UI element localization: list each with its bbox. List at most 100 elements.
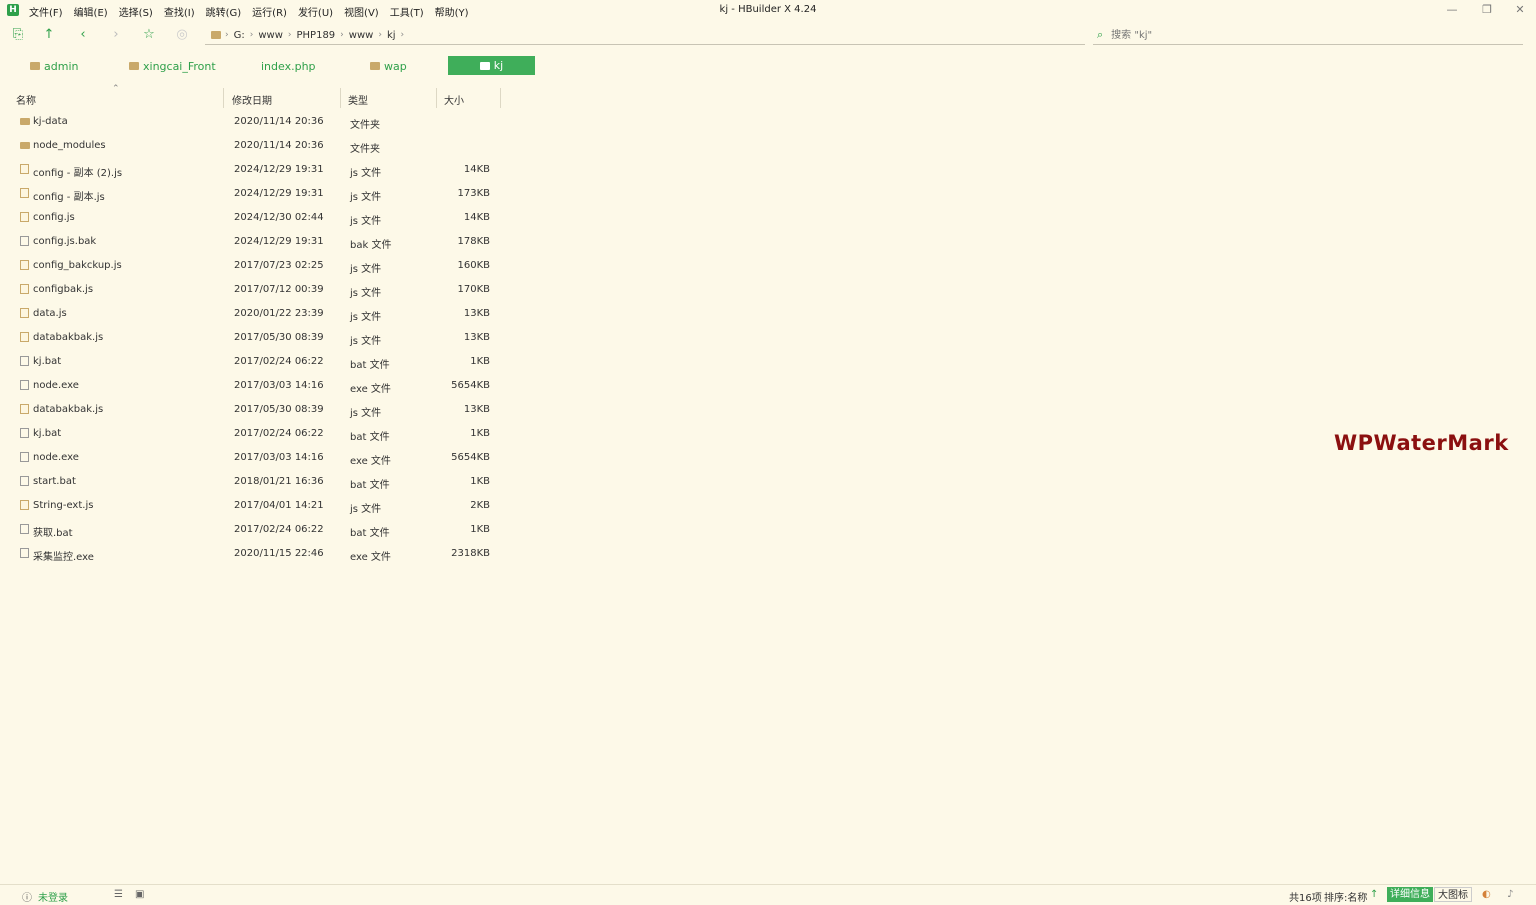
file-row[interactable]: start.bat 2018/01/21 16:36 bat 文件 1KB [15, 470, 505, 494]
search-input[interactable] [1109, 28, 1494, 42]
file-row[interactable]: node.exe 2017/03/03 14:16 exe 文件 5654KB [15, 446, 505, 470]
file-type: exe 文件 [350, 384, 391, 395]
file-date: 2024/12/30 02:44 [234, 212, 324, 223]
file-row[interactable]: String-ext.js 2017/04/01 14:21 js 文件 2KB [15, 494, 505, 518]
breadcrumb-kj[interactable]: kj [387, 30, 396, 41]
watermark-text: WPWaterMark [1334, 431, 1509, 455]
close-button[interactable]: ✕ [1512, 3, 1528, 17]
file-icon [20, 356, 29, 366]
file-row[interactable]: config.js.bak 2024/12/29 19:31 bak 文件 178KB [15, 230, 505, 254]
file-size: 1KB [470, 356, 490, 367]
file-row[interactable]: config_bakckup.js 2017/07/23 02:25 js 文件 16… [15, 254, 505, 278]
column-header-name[interactable]: 名称 [16, 92, 36, 107]
restore-button[interactable]: ❐ [1479, 3, 1495, 17]
file-row[interactable]: node.exe 2017/03/03 14:16 exe 文件 5654KB [15, 374, 505, 398]
file-size: 13KB [463, 308, 490, 319]
file-row[interactable]: config - 副本.js 2024/12/29 19:31 js 文件 173KB [15, 182, 505, 206]
large-icon-view-button[interactable]: 大图标 [1434, 887, 1472, 902]
column-header-date[interactable]: 修改日期 [232, 92, 272, 107]
file-row[interactable]: config.js 2024/12/30 02:44 js 文件 14KB [15, 206, 505, 230]
back-icon[interactable]: ‹ [75, 27, 91, 43]
up-arrow-icon[interactable]: ↑ [41, 27, 57, 43]
quick-folder-xingcai-front[interactable]: xingcai_Front [129, 57, 216, 75]
file-type: js 文件 [350, 312, 382, 323]
file-date: 2018/01/21 16:36 [234, 476, 324, 487]
terminal-icon[interactable]: ▣ [135, 889, 144, 900]
breadcrumb-php189[interactable]: PHP189 [297, 30, 336, 41]
folder-icon [20, 118, 30, 125]
file-row[interactable]: kj.bat 2017/02/24 06:22 bat 文件 1KB [15, 422, 505, 446]
new-window-icon[interactable]: ⎘ [10, 27, 26, 43]
file-row[interactable]: 获取.bat 2017/02/24 06:22 bat 文件 1KB [15, 518, 505, 542]
file-size: 170KB [457, 284, 490, 295]
detail-view-button[interactable]: 详细信息 [1387, 887, 1433, 902]
file-row[interactable]: databakbak.js 2017/05/30 08:39 js 文件 13KB [15, 398, 505, 422]
file-row[interactable]: data.js 2020/01/22 23:39 js 文件 13KB [15, 302, 505, 326]
quick-folder-kj[interactable]: kj [448, 56, 535, 75]
address-bar[interactable]: › G: › www › PHP189 › www › kj › [205, 26, 1085, 45]
circle-play-icon[interactable]: ◎ [174, 27, 190, 43]
file-size: 13KB [463, 332, 490, 343]
file-type: bat 文件 [350, 360, 390, 371]
file-name: config - 副本 (2).js [33, 168, 123, 179]
update-icon[interactable]: ◐ [1482, 889, 1491, 900]
quick-folder-wap[interactable]: wap [370, 57, 407, 75]
column-divider[interactable] [340, 88, 341, 108]
file-name: String-ext.js [33, 500, 94, 511]
column-divider[interactable] [500, 88, 501, 108]
file-name: node.exe [33, 452, 79, 463]
js-file-icon [20, 404, 29, 414]
file-size: 14KB [463, 164, 490, 175]
file-size: 1KB [470, 524, 490, 535]
file-row[interactable]: 采集监控.exe 2020/11/15 22:46 exe 文件 2318KB [15, 542, 505, 566]
file-row[interactable]: kj.bat 2017/02/24 06:22 bat 文件 1KB [15, 350, 505, 374]
sort-ascending-icon: ⌃ [112, 84, 120, 94]
breadcrumb-www-2[interactable]: www [349, 30, 374, 41]
file-size: 13KB [463, 404, 490, 415]
quick-folder-admin[interactable]: admin [30, 57, 78, 75]
folder-icon [129, 62, 139, 70]
minimize-button[interactable]: — [1444, 3, 1460, 17]
file-row[interactable]: configbak.js 2017/07/12 00:39 js 文件 170KB [15, 278, 505, 302]
file-icon [20, 452, 29, 462]
forward-icon[interactable]: › [108, 27, 124, 43]
bell-icon[interactable]: ♪ [1507, 889, 1513, 900]
file-size: 160KB [457, 260, 490, 271]
column-header-type[interactable]: 类型 [348, 92, 368, 107]
breadcrumb-drive[interactable]: G: [234, 30, 245, 41]
column-divider[interactable] [223, 88, 224, 108]
column-header-size[interactable]: 大小 [444, 92, 464, 107]
breadcrumb-www[interactable]: www [258, 30, 283, 41]
file-size: 2KB [470, 500, 490, 511]
file-type: js 文件 [350, 336, 382, 347]
favorite-star-icon[interactable]: ☆ [141, 27, 157, 43]
window-title: kj - HBuilder X 4.24 [719, 4, 817, 15]
quick-folder-label: index.php [261, 59, 316, 73]
file-date: 2017/07/23 02:25 [234, 260, 324, 271]
file-row[interactable]: kj-data 2020/11/14 20:36 文件夹 [15, 110, 505, 134]
file-name: node.exe [33, 380, 79, 391]
sort-label[interactable]: 排序:名称 [1324, 889, 1367, 904]
search-box[interactable]: ⌕ [1093, 26, 1523, 45]
file-row[interactable]: config - 副本 (2).js 2024/12/29 19:31 js 文件 1… [15, 158, 505, 182]
column-divider[interactable] [436, 88, 437, 108]
js-file-icon [20, 308, 29, 318]
file-name: config - 副本.js [33, 192, 105, 203]
quick-folder-label: kj [493, 59, 504, 72]
file-row[interactable]: databakbak.js 2017/05/30 08:39 js 文件 13KB [15, 326, 505, 350]
sort-arrow-icon[interactable]: ↑ [1370, 889, 1378, 900]
file-name: config_bakckup.js [33, 260, 122, 271]
list-icon[interactable]: ☰ [114, 889, 123, 900]
file-type: bat 文件 [350, 480, 390, 491]
file-row[interactable]: node_modules 2020/11/14 20:36 文件夹 [15, 134, 505, 158]
file-type: js 文件 [350, 408, 382, 419]
file-icon [20, 524, 29, 534]
file-date: 2017/07/12 00:39 [234, 284, 324, 295]
user-icon[interactable]: ⓘ [22, 889, 32, 904]
login-status[interactable]: 未登录 [38, 889, 68, 904]
js-file-icon [20, 164, 29, 174]
file-name: kj.bat [33, 428, 62, 439]
quick-file-index-php[interactable]: index.php [261, 57, 316, 75]
item-count: 共16项 [1289, 893, 1322, 904]
chevron-right-icon: › [340, 30, 344, 40]
